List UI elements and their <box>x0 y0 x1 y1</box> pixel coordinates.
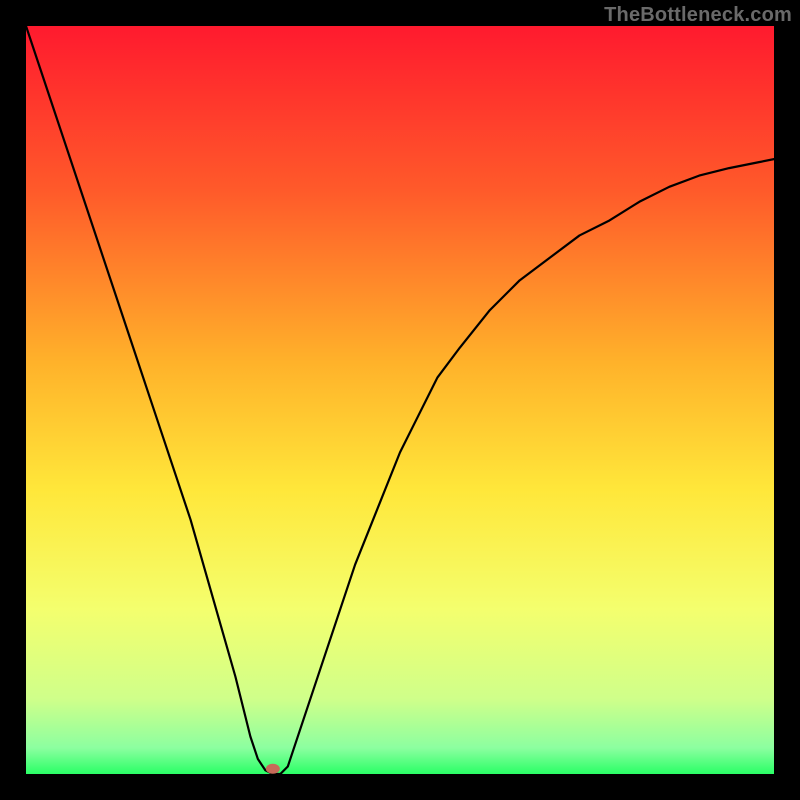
plot-area <box>26 26 774 774</box>
chart-frame: TheBottleneck.com <box>0 0 800 800</box>
watermark-text: TheBottleneck.com <box>604 4 792 27</box>
min-point-marker <box>266 764 280 774</box>
chart-svg <box>26 26 774 774</box>
gradient-background <box>26 26 774 774</box>
